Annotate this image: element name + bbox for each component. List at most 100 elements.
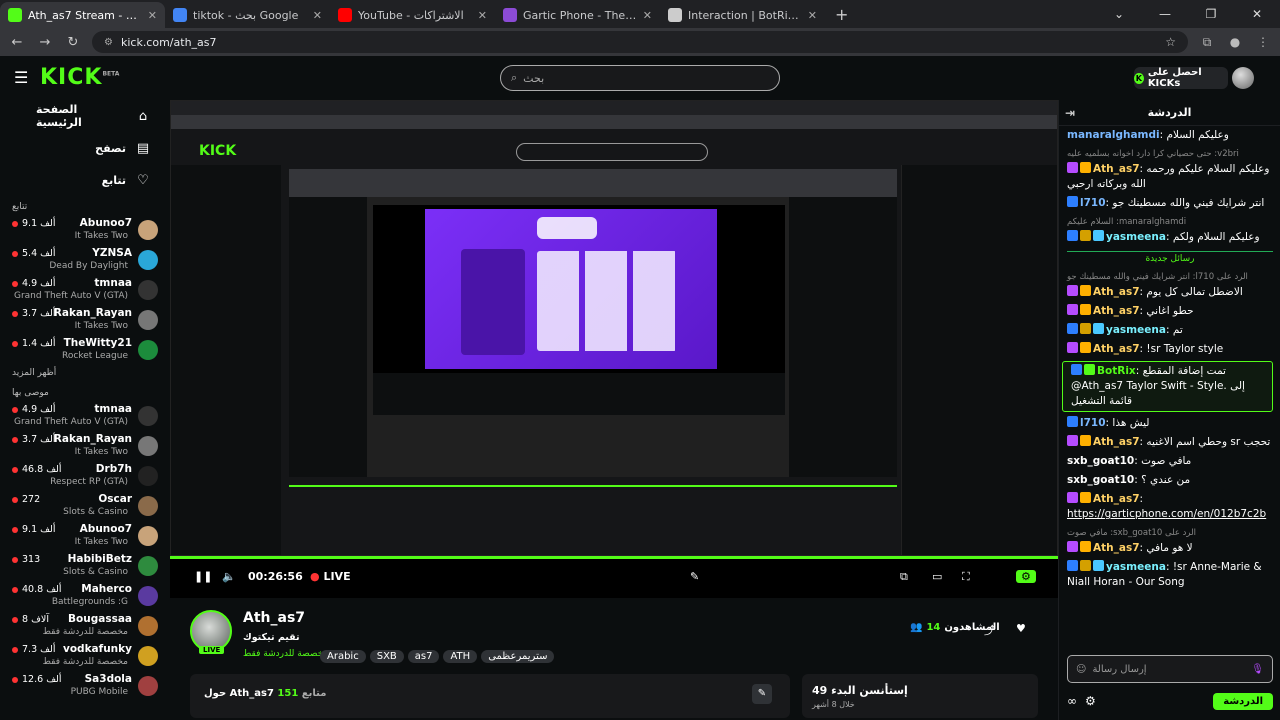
chat-username[interactable]: Ath_as7 [1093, 305, 1140, 317]
follow-icon[interactable]: ♥ [1016, 622, 1026, 635]
chat-message[interactable]: manaralghamdi: وعليكم السلام [1059, 126, 1280, 145]
edit-icon[interactable]: ✎ [752, 684, 772, 704]
theater-icon[interactable]: ▭ [932, 570, 942, 583]
sidebar-nav-item[interactable]: ♡ تتابع [0, 164, 170, 196]
tab-close-icon[interactable]: ✕ [478, 9, 487, 22]
chat-message[interactable]: Ath_as7: https://garticphone.com/en/012b… [1059, 490, 1280, 524]
volume-icon[interactable]: 🔈 [222, 570, 236, 583]
chat-username[interactable]: yasmeena [1106, 231, 1166, 243]
get-kicks-button[interactable]: K احصل على KICKs [1134, 67, 1228, 89]
stream-tag[interactable]: ATH [443, 650, 478, 663]
channel-item[interactable]: 4.9 ألف tmnaa Grand Theft Auto V (GTA) [0, 276, 170, 306]
channel-item[interactable]: 46.8 ألف Drb7h Respect RP (GTA) [0, 462, 170, 492]
maximize-icon[interactable]: ❐ [1188, 0, 1234, 28]
stream-tag[interactable]: SXB [369, 650, 404, 663]
browser-tab[interactable]: Ath_as7 Stream - Watch Live ✕ [0, 2, 165, 28]
stream-tag[interactable]: Arabic [320, 650, 366, 663]
video-player[interactable]: KICK ❚❚ 🔈 00:26:56 ● LIVE ✎ ⧉ ▭ ⛶ ⚙ [170, 100, 1058, 598]
search-input[interactable]: ⌕ بحث [500, 65, 780, 91]
stream-category[interactable]: مخصصة للدردشة فقط [243, 649, 328, 659]
chat-username[interactable]: yasmeena [1106, 324, 1166, 336]
menu-icon[interactable]: ⋮ [1254, 35, 1272, 49]
pause-icon[interactable]: ❚❚ [194, 570, 212, 583]
browser-tab[interactable]: Gartic Phone - The Telephone ✕ [495, 2, 660, 28]
channel-item[interactable]: 40.8 ألف Maherco Battlegrounds :G [0, 582, 170, 612]
chat-message[interactable]: yasmeena: تم [1059, 321, 1280, 340]
chat-settings-icon[interactable]: ⚙ [1085, 694, 1096, 708]
extension-icon[interactable]: ⧉ [1198, 35, 1216, 50]
mic-icon[interactable]: 🎙 [1251, 664, 1264, 675]
chat-message[interactable]: Ath_as7: وحطي اسم الاغنيه sr تحجب [1059, 433, 1280, 452]
chat-username[interactable]: Ath_as7 [1093, 493, 1140, 505]
chat-link[interactable]: https://garticphone.com/en/012b7c2b [1067, 508, 1266, 520]
chat-message[interactable]: انتر شرايك فيني والله مسطينك جو :l710 ال… [1059, 268, 1280, 302]
chat-message[interactable]: l710: ليش هذا [1059, 414, 1280, 433]
settings-icon[interactable]: ⚙ [1016, 570, 1036, 583]
chat-username[interactable]: Ath_as7 [1093, 542, 1140, 554]
chat-username[interactable]: sxb_goat10 [1067, 455, 1134, 467]
chat-username[interactable]: BotRix [1097, 365, 1136, 377]
browser-tab[interactable]: tiktok - بحث Google ✕ [165, 2, 330, 28]
hamburger-menu-icon[interactable]: ☰ [14, 68, 28, 87]
minimize-icon[interactable]: — [1142, 0, 1188, 28]
chat-message[interactable]: sxb_goat10: مافي صوت [1059, 452, 1280, 471]
chat-username[interactable]: sxb_goat10 [1067, 474, 1134, 486]
kicks-infinity-icon[interactable]: ∞ [1067, 694, 1077, 708]
back-icon[interactable]: ← [8, 35, 26, 50]
fullscreen-icon[interactable]: ⛶ [962, 570, 970, 584]
channel-item[interactable]: 1.4 ألف TheWitty21 Rocket League [0, 336, 170, 366]
collapse-chat-icon[interactable]: ⇥ [1065, 106, 1075, 120]
sidebar-nav-item[interactable]: ▤ تصفح [0, 132, 170, 164]
show-more-link[interactable]: أظهر المزيد [0, 366, 170, 382]
streamer-name[interactable]: Ath_as7 [243, 610, 305, 626]
profile-icon[interactable]: ● [1226, 35, 1244, 49]
tab-search-icon[interactable]: ⌄ [1096, 0, 1142, 28]
chat-username[interactable]: l710 [1080, 417, 1106, 429]
chat-username[interactable]: Ath_as7 [1093, 436, 1140, 448]
chat-username[interactable]: Ath_as7 [1093, 343, 1140, 355]
chat-message[interactable]: yasmeena: !sr Anne-Marie & Niall Horan -… [1059, 558, 1280, 592]
channel-item[interactable]: 7.3 ألف vodkafunky مخصصة للدردشة فقط [0, 642, 170, 672]
stream-tag[interactable]: ستريمرعظمى [481, 650, 555, 663]
chat-message[interactable]: Ath_as7: !sr Taylor style [1059, 340, 1280, 359]
bookmark-star-icon[interactable]: ☆ [1165, 35, 1176, 49]
tab-close-icon[interactable]: ✕ [313, 9, 322, 22]
chat-message[interactable]: BotRix: تمت إضافة المقطع @Ath_as7 Taylor… [1062, 361, 1273, 412]
channel-item[interactable]: 9.1 ألف Abunoo7 It Takes Two [0, 522, 170, 552]
chat-username[interactable]: l710 [1080, 197, 1106, 209]
share-icon[interactable]: ⤴ [984, 622, 995, 638]
channel-item[interactable]: 3.7 ألف Rakan_Rayan It Takes Two [0, 432, 170, 462]
sidebar-nav-item[interactable]: ⌂ الصفحة الرئيسية [0, 100, 170, 132]
url-field[interactable]: ⚙ kick.com/ath_as7 ☆ [92, 31, 1188, 53]
chat-message[interactable]: l710: انتر شرايك فيني والله مسطينك جو [1059, 194, 1280, 213]
chat-message[interactable]: sxb_goat10: من عندي ؟ [1059, 471, 1280, 490]
chat-username[interactable]: Ath_as7 [1093, 163, 1140, 175]
chat-message[interactable]: Ath_as7: حطو اغاني [1059, 302, 1280, 321]
emoji-icon[interactable]: ☺ [1076, 664, 1086, 675]
new-tab-button[interactable]: + [825, 5, 858, 28]
stream-tag[interactable]: as7 [407, 650, 440, 663]
browser-tab[interactable]: YouTube - الاشتراكات ✕ [330, 2, 495, 28]
chat-username[interactable]: Ath_as7 [1093, 286, 1140, 298]
close-window-icon[interactable]: ✕ [1234, 0, 1280, 28]
clip-icon[interactable]: ✎ [690, 570, 699, 583]
channel-item[interactable]: 4.9 ألف tmnaa Grand Theft Auto V (GTA) [0, 402, 170, 432]
chat-message[interactable]: مافي صوت :sxb_goat10 الرد على Ath_as7: لا… [1059, 524, 1280, 558]
channel-item[interactable]: 8 آلاف Bougassaa مخصصة للدردشة فقط [0, 612, 170, 642]
channel-item[interactable]: 313 HabibiBetz Slots & Casino [0, 552, 170, 582]
forward-icon[interactable]: → [36, 35, 54, 50]
tab-close-icon[interactable]: ✕ [148, 9, 157, 22]
channel-item[interactable]: 5.4 ألف YZNSA Dead By Daylight [0, 246, 170, 276]
site-info-icon[interactable]: ⚙ [104, 37, 113, 48]
channel-item[interactable]: 272 Oscar Slots & Casino [0, 492, 170, 522]
chat-message[interactable]: حتى حصياني كرا دارد اخوانه بسلميه عليه :… [1059, 145, 1280, 194]
browser-tab[interactable]: Interaction | BotRix — Cloud ✕ [660, 2, 825, 28]
user-avatar[interactable] [1232, 67, 1254, 89]
channel-item[interactable]: 3.7 ألف Rakan_Rayan It Takes Two [0, 306, 170, 336]
channel-item[interactable]: 9.1 ألف Abunoo7 It Takes Two [0, 216, 170, 246]
chat-send-button[interactable]: الدردشة [1213, 692, 1273, 710]
kick-logo[interactable]: KICKBETA [40, 65, 119, 90]
channel-item[interactable]: 12.6 ألف Sa3dola PUBG Mobile [0, 672, 170, 702]
pip-icon[interactable]: ⧉ [900, 570, 908, 584]
chat-username[interactable]: yasmeena [1106, 561, 1166, 573]
